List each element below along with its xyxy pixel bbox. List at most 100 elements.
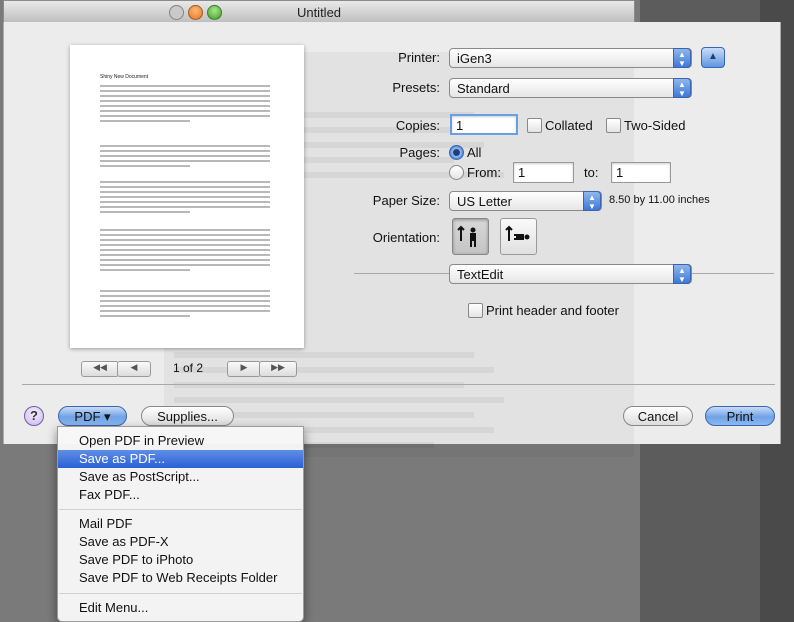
paper-size-popup[interactable]: US Letter ▲ ▼ [449, 191, 602, 211]
menu-item-save-pdf-to-iphoto[interactable]: Save PDF to iPhoto [58, 551, 303, 569]
preview-text-line [100, 290, 270, 292]
two-sided-checkbox[interactable] [606, 118, 621, 133]
pages-from-label: From: [467, 165, 501, 180]
popup-arrows-icon: ▲ ▼ [673, 264, 691, 284]
paper-dimensions: 8.50 by 11.00 inches [609, 194, 710, 206]
preview-text-line [100, 234, 270, 236]
pdf-menu: Open PDF in Preview Save as PDF... Save … [57, 426, 304, 622]
preview-text-line [100, 269, 190, 271]
pages-label: Pages: [399, 145, 440, 160]
preview-text-line [100, 186, 270, 188]
preview-text-line [100, 100, 270, 102]
preview-text-line [100, 115, 270, 117]
preview-text-line [100, 264, 270, 266]
landscape-person-icon [505, 225, 530, 241]
printer-label: Printer: [398, 50, 440, 65]
pages-to-field[interactable]: 1 [611, 162, 671, 183]
copies-label: Copies: [395, 118, 440, 133]
copies-field[interactable]: 1 [450, 114, 518, 135]
preview-text-line [100, 160, 270, 162]
presets-popup[interactable]: Standard ▲ ▼ [449, 78, 692, 98]
popup-arrows-icon: ▲ ▼ [583, 191, 601, 211]
landscape-button[interactable] [500, 218, 537, 255]
orientation-label: Orientation: [372, 230, 440, 245]
preview-text-line [100, 259, 270, 261]
preview-text-line [100, 239, 270, 241]
preview-text-line [100, 300, 270, 302]
paper-size-label: Paper Size: [372, 193, 440, 208]
page-preview: Shiny New Document [70, 45, 304, 348]
page-indicator: 1 of 2 [172, 361, 204, 375]
cancel-button[interactable]: Cancel [623, 406, 693, 426]
presets-value: Standard [457, 81, 510, 96]
bottom-divider [22, 384, 775, 385]
presets-label: Presets: [392, 80, 440, 95]
header-footer-label: Print header and footer [486, 303, 619, 318]
last-page-button[interactable]: ▶▶ [259, 361, 297, 377]
popup-arrows-icon: ▲ ▼ [673, 48, 691, 68]
preview-text-line [100, 155, 270, 157]
printer-value: iGen3 [457, 51, 492, 66]
menu-separator [59, 509, 302, 510]
two-sided-label: Two-Sided [624, 118, 686, 133]
portrait-button[interactable] [452, 218, 489, 255]
collated-label: Collated [545, 118, 593, 133]
portrait-person-icon [457, 225, 476, 247]
preview-text-line [100, 145, 270, 147]
triangle-up-icon: ▲ [708, 51, 718, 62]
menu-item-save-pdf-to-web-receipts[interactable]: Save PDF to Web Receipts Folder [58, 569, 303, 587]
preview-text-line [100, 120, 190, 122]
pages-all-label: All [467, 145, 482, 160]
preview-text-line [100, 211, 190, 213]
header-footer-checkbox[interactable] [468, 303, 483, 318]
help-icon: ? [30, 408, 38, 423]
next-page-button[interactable]: ▶ [227, 361, 261, 377]
title-bar: Untitled [4, 1, 634, 24]
menu-item-mail-pdf[interactable]: Mail PDF [58, 515, 303, 533]
collated-checkbox[interactable] [527, 118, 542, 133]
preview-text-line [100, 105, 270, 107]
menu-item-save-as-pdf-x[interactable]: Save as PDF-X [58, 533, 303, 551]
app-section-value: TextEdit [457, 267, 504, 282]
print-button[interactable]: Print [705, 406, 775, 426]
menu-item-open-pdf-in-preview[interactable]: Open PDF in Preview [58, 432, 303, 450]
preview-text-line [100, 244, 270, 246]
preview-text-line [100, 196, 270, 198]
previous-page-button[interactable]: ◀ [117, 361, 151, 377]
supplies-button[interactable]: Supplies... [141, 406, 234, 426]
pages-from-radio[interactable] [449, 165, 464, 180]
preview-text-line [100, 165, 190, 167]
pdf-button[interactable]: PDF ▾ [58, 406, 127, 426]
preview-text-line [100, 110, 270, 112]
window-title: Untitled [296, 5, 342, 20]
preview-text-line [100, 85, 270, 87]
first-page-button[interactable]: ◀◀ [81, 361, 119, 377]
preview-text-line [100, 254, 270, 256]
preview-text-line [100, 150, 270, 152]
preview-text-line [100, 181, 270, 183]
printer-popup[interactable]: iGen3 ▲ ▼ [449, 48, 692, 68]
preview-text-line [100, 310, 270, 312]
pages-from-field[interactable]: 1 [513, 162, 574, 183]
menu-item-save-as-pdf[interactable]: Save as PDF... [58, 450, 303, 468]
pages-to-label: to: [584, 165, 599, 180]
preview-text-line [100, 206, 270, 208]
preview-text-line [100, 95, 270, 97]
preview-text-line [100, 191, 270, 193]
preview-text-line [100, 315, 190, 317]
preview-text-line [100, 229, 270, 231]
app-section-popup[interactable]: TextEdit ▲ ▼ [449, 264, 692, 284]
popup-arrows-icon: ▲ ▼ [673, 78, 691, 98]
preview-text-line [100, 201, 270, 203]
menu-item-fax-pdf[interactable]: Fax PDF... [58, 486, 303, 504]
paper-size-value: US Letter [457, 194, 512, 209]
menu-item-edit-menu[interactable]: Edit Menu... [58, 599, 303, 617]
disclosure-button[interactable]: ▲ [701, 47, 725, 68]
preview-document-title: Shiny New Document [100, 74, 149, 80]
menu-separator [59, 593, 302, 594]
help-button[interactable]: ? [24, 406, 44, 426]
preview-text-line [100, 295, 270, 297]
preview-text-line [100, 249, 270, 251]
pages-all-radio[interactable] [449, 145, 464, 160]
menu-item-save-as-postscript[interactable]: Save as PostScript... [58, 468, 303, 486]
